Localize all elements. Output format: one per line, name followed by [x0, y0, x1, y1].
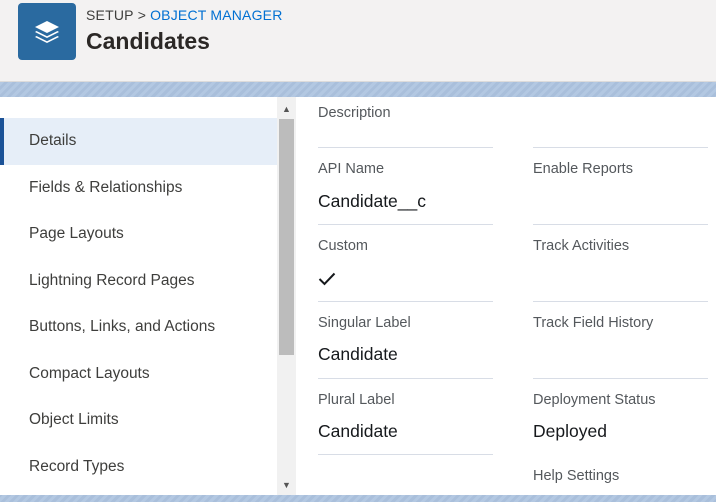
description-label: Description: [318, 105, 391, 121]
scroll-thumb[interactable]: [279, 119, 294, 355]
sidebar-item-compact-layouts[interactable]: Compact Layouts: [0, 351, 277, 398]
details-panel: Description API Name Candidate__c Enable…: [296, 97, 716, 495]
checkmark-icon: [318, 272, 336, 286]
divider: [533, 147, 708, 148]
divider: [318, 454, 493, 455]
sidebar-item-fields-relationships[interactable]: Fields & Relationships: [0, 165, 277, 212]
singular-label-label: Singular Label: [318, 315, 411, 331]
sidebar-item-object-limits[interactable]: Object Limits: [0, 397, 277, 444]
breadcrumb-object-manager-link[interactable]: OBJECT MANAGER: [150, 7, 282, 23]
track-field-history-label: Track Field History: [533, 315, 654, 331]
divider: [318, 224, 493, 225]
sidebar-item-details[interactable]: Details: [0, 118, 277, 165]
plural-label-value: Candidate: [318, 421, 398, 441]
api-name-label: API Name: [318, 161, 385, 177]
sidebar-nav: Details Fields & Relationships Page Layo…: [0, 97, 277, 495]
divider: [533, 224, 708, 225]
divider: [533, 378, 708, 379]
plural-label-label: Plural Label: [318, 392, 395, 408]
breadcrumb-setup[interactable]: SETUP: [86, 7, 134, 23]
scroll-down-arrow-icon[interactable]: ▼: [277, 475, 296, 495]
deployment-status-label: Deployment Status: [533, 392, 656, 408]
divider: [318, 147, 493, 148]
divider: [318, 301, 493, 302]
scroll-up-arrow-icon[interactable]: ▲: [277, 99, 296, 119]
api-name-value: Candidate__c: [318, 191, 426, 211]
divider: [533, 301, 708, 302]
custom-label: Custom: [318, 238, 368, 254]
sidebar-item-record-types[interactable]: Record Types: [0, 444, 277, 491]
divider: [318, 378, 493, 379]
sidebar-item-page-layouts[interactable]: Page Layouts: [0, 211, 277, 258]
enable-reports-label: Enable Reports: [533, 161, 633, 177]
page-title: Candidates: [86, 28, 210, 54]
sidebar-scrollbar[interactable]: ▲ ▼: [277, 97, 296, 495]
deployment-status-value: Deployed: [533, 421, 607, 441]
sidebar-item-buttons-links-actions[interactable]: Buttons, Links, and Actions: [0, 304, 277, 351]
breadcrumb-separator: >: [137, 7, 147, 23]
help-settings-label: Help Settings: [533, 468, 620, 484]
singular-label-value: Candidate: [318, 344, 398, 364]
track-activities-label: Track Activities: [533, 238, 630, 254]
page-header: SETUP > OBJECT MANAGER Candidates: [0, 0, 716, 82]
breadcrumb: SETUP > OBJECT MANAGER: [86, 7, 283, 23]
sidebar-item-lightning-record-pages[interactable]: Lightning Record Pages: [0, 258, 277, 305]
layers-icon: [18, 3, 76, 60]
